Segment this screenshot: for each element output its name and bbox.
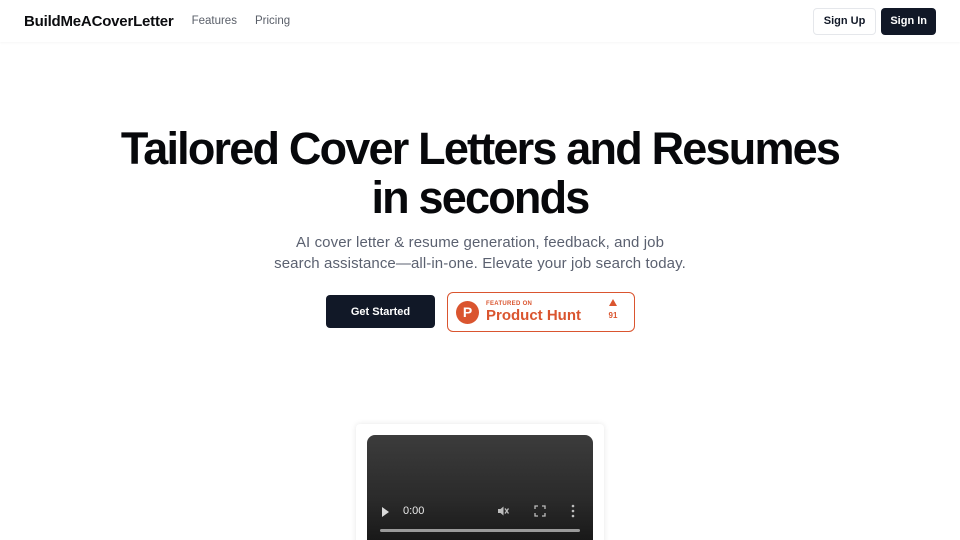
product-hunt-vote-count: 91 [608,311,618,320]
hero-title-line-1: Tailored Cover Letters and Resumes [120,123,841,174]
play-icon[interactable] [382,507,389,517]
hero-subtitle-line-1: AI cover letter & resume generation, fee… [295,234,665,251]
demo-video-player[interactable]: 0:00 [367,435,593,540]
upvote-arrow-icon [609,299,617,306]
page: BuildMeACoverLetter Features Pricing Sig… [0,0,960,540]
sign-in-button[interactable]: Sign In [881,7,936,35]
hero-title-line-2: in seconds [371,172,590,223]
hero-subtitle-line-2: search assistance—all-in-one. Elevate yo… [274,255,686,272]
mute-icon[interactable] [496,504,510,518]
hero-subtitle: AI cover letter & resume generation, fee… [0,232,960,274]
nav-link-pricing[interactable]: Pricing [255,15,290,27]
nav-link-features[interactable]: Features [192,15,237,27]
cta-row: Get Started P FEATURED ON Product Hunt 9… [0,292,960,332]
top-nav: BuildMeACoverLetter Features Pricing Sig… [0,0,960,42]
sign-up-button[interactable]: Sign Up [812,7,877,35]
product-hunt-logo-icon: P [456,300,479,324]
product-hunt-text: FEATURED ON Product Hunt [486,300,581,324]
hero-title: Tailored Cover Letters and Resumes in se… [0,124,960,222]
product-hunt-votes: 91 [606,299,620,320]
more-options-icon[interactable] [570,504,576,518]
demo-video-card: 0:00 [356,424,604,540]
brand-logo[interactable]: BuildMeACoverLetter [24,13,174,30]
product-hunt-badge[interactable]: P FEATURED ON Product Hunt 91 [447,292,635,332]
product-hunt-name: Product Hunt [486,307,581,324]
video-progress-bar[interactable] [380,529,580,532]
video-time: 0:00 [403,505,425,517]
get-started-button[interactable]: Get Started [326,295,435,328]
fullscreen-icon[interactable] [534,505,546,517]
